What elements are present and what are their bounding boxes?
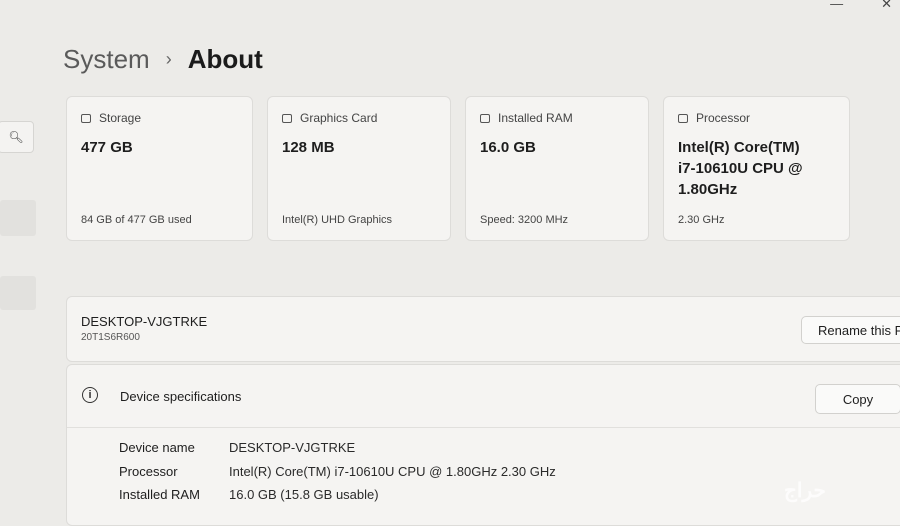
graphics-card-icon [282,113,292,123]
card-label: Installed RAM [498,111,573,125]
minimize-icon[interactable]: — [830,0,843,12]
card-value: 16.0 GB [480,139,536,156]
card-sub: Speed: 3200 MHz [480,214,569,226]
breadcrumb: System › About [63,44,263,75]
spec-value: Intel(R) Core(TM) i7-10610U CPU @ 1.80GH… [229,464,556,479]
device-specifications-section: i Device specifications Copy Device name… [66,364,900,526]
device-model: 20T1S6R600 [81,332,140,343]
rename-pc-button[interactable]: Rename this P [801,316,900,344]
sidebar-item[interactable] [0,276,36,310]
breadcrumb-system[interactable]: System [63,44,150,75]
card-value: 477 GB [81,139,133,156]
info-icon: i [82,387,98,403]
card-label: Processor [696,111,751,125]
ram-icon [480,113,490,123]
sidebar-item[interactable] [0,200,36,236]
device-specifications-header[interactable]: i Device specifications Copy [67,365,900,428]
card-sub: 84 GB of 477 GB used [81,214,192,226]
page-title: About [187,44,263,74]
storage-icon [81,113,91,123]
window-controls: — ✕ [830,0,892,12]
search-icon: 🔍︎ [8,130,24,144]
processor-icon [678,113,688,123]
processor-card[interactable]: Processor Intel(R) Core(TM) i7-10610U CP… [663,96,850,241]
close-icon[interactable]: ✕ [881,0,892,12]
breadcrumb-separator: › [165,49,172,69]
card-label: Graphics Card [300,111,378,125]
card-label: Storage [99,111,142,125]
spec-label: Installed RAM [119,487,200,502]
graphics-card-card[interactable]: Graphics Card 128 MB Intel(R) UHD Graphi… [267,96,451,241]
spec-label: Processor [119,464,178,479]
card-value: 128 MB [282,139,335,156]
device-name: DESKTOP-VJGTRKE [81,314,208,329]
card-sub: Intel(R) UHD Graphics [282,214,393,226]
section-title: Device specifications [120,389,242,404]
storage-card[interactable]: Storage 477 GB 84 GB of 477 GB used [66,96,253,241]
device-name-card: DESKTOP-VJGTRKE 20T1S6R600 Rename this P [66,296,900,362]
spec-value: DESKTOP-VJGTRKE [229,440,356,455]
watermark-logo: حراج [784,480,826,502]
copy-button[interactable]: Copy [815,384,900,414]
card-sub: 2.30 GHz [678,214,725,226]
search-button[interactable]: 🔍︎ [0,121,34,153]
card-value: Intel(R) Core(TM) i7-10610U CPU @ 1.80GH… [678,139,803,198]
spec-label: Device name [119,440,195,455]
spec-value: 16.0 GB (15.8 GB usable) [229,487,379,502]
installed-ram-card[interactable]: Installed RAM 16.0 GB Speed: 3200 MHz [465,96,649,241]
